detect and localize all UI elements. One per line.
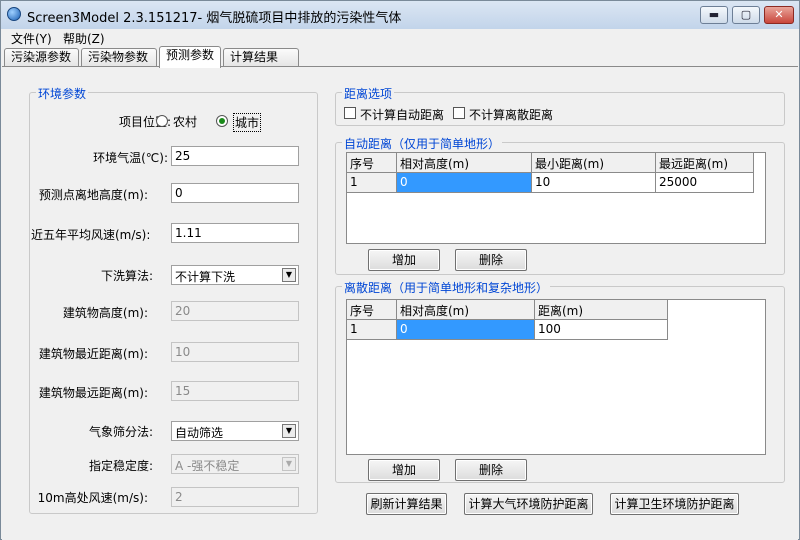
wind-label: 近五年平均风速(m/s): [31,228,151,242]
table-header: 序号 [347,300,397,320]
building-min-dist-label: 建筑物最近距离(m): [38,347,148,361]
stability-label: 指定稳定度: [88,459,153,473]
auto-delete-button[interactable]: 删除 [455,249,527,271]
auto-distance-title: 自动距离（仅用于简单地形） [342,135,503,152]
checkbox-skip-discrete-label: 不计算离散距离 [469,108,554,122]
building-max-dist-input [171,381,299,401]
stability-select: A -强不稳定 ▼ [171,454,299,474]
tab-pollutant-params[interactable]: 污染物参数 [81,48,157,67]
health-protection-distance-button[interactable]: 计算卫生环境防护距离 [610,493,739,515]
title-bar: Screen3Model 2.3.151217- 烟气脱硫项目中排放的污染性气体… [1,1,799,29]
tab-results[interactable]: 计算结果 [223,48,299,67]
met-screening-select[interactable]: 自动筛选 ▼ [171,421,299,441]
met-screening-label: 气象筛分法: [88,425,153,439]
air-protection-distance-button[interactable]: 计算大气环境防护距离 [464,493,593,515]
stability-value: A -强不稳定 [175,459,240,473]
close-button[interactable]: ✕ [764,6,794,24]
met-screening-value: 自动筛选 [175,426,224,440]
distance-options-title: 距离选项 [342,85,395,102]
distance-options-group: 距离选项 不计算自动距离 不计算离散距离 [335,85,785,126]
chevron-down-icon[interactable]: ▼ [282,424,296,438]
height-label: 预测点离地高度(m): [38,188,148,202]
chevron-down-icon[interactable]: ▼ [282,268,296,282]
table-cell[interactable]: 1 [347,173,397,193]
tab-prediction-params[interactable]: 预测参数 [159,46,221,68]
table-header: 最小距离(m) [532,153,656,173]
table-cell[interactable]: 10 [532,173,656,193]
window-title: Screen3Model 2.3.151217- 烟气脱硫项目中排放的污染性气体 [27,11,402,26]
temp-input[interactable] [171,146,299,166]
table-cell[interactable]: 0 [397,320,535,340]
checkbox-skip-discrete[interactable] [453,107,465,119]
table-header: 相对高度(m) [397,300,535,320]
downwash-select[interactable]: 不计算下洗 ▼ [171,265,299,285]
chevron-down-icon: ▼ [282,457,296,471]
radio-urban[interactable] [216,115,228,127]
building-max-dist-label: 建筑物最远距离(m): [38,386,148,400]
table-header: 距离(m) [535,300,668,320]
downwash-label: 下洗算法: [100,269,153,283]
auto-add-button[interactable]: 增加 [368,249,440,271]
height-input[interactable] [171,183,299,203]
building-min-dist-input [171,342,299,362]
table-header: 最远距离(m) [656,153,754,173]
radio-urban-label: 城市 [233,113,262,132]
building-height-label: 建筑物高度(m): [62,306,148,320]
table-cell[interactable]: 100 [535,320,668,340]
maximize-button[interactable]: ▢ [732,6,760,24]
tab-source-params[interactable]: 污染源参数 [4,48,79,67]
env-params-group: 环境参数 项目位置: 农村 城市 环境气温(℃): 预测点离地高度(m): 近五… [29,85,318,514]
checkbox-skip-auto[interactable] [344,107,356,119]
app-window: Screen3Model 2.3.151217- 烟气脱硫项目中排放的污染性气体… [0,0,800,540]
discrete-distance-title: 离散距离（用于简单地形和复杂地形） [342,279,551,296]
radio-rural[interactable] [156,115,168,127]
wind10-input [171,487,299,507]
table-header: 序号 [347,153,397,173]
checkbox-skip-auto-label: 不计算自动距离 [360,108,445,122]
table-cell[interactable]: 0 [397,173,532,193]
wind10-label: 10m高处风速(m/s): [37,491,148,505]
discrete-add-button[interactable]: 增加 [368,459,440,481]
env-params-title: 环境参数 [36,85,89,102]
discrete-distance-group: 离散距离（用于简单地形和复杂地形） 序号 相对高度(m) 距离(m) 1 0 1… [335,279,785,483]
minimize-button[interactable]: ▬ [700,6,728,24]
downwash-value: 不计算下洗 [175,270,236,284]
auto-distance-table[interactable]: 序号 相对高度(m) 最小距离(m) 最远距离(m) 1 0 10 25000 [346,152,766,244]
building-height-input [171,301,299,321]
wind-input[interactable] [171,223,299,243]
refresh-results-button[interactable]: 刷新计算结果 [366,493,447,515]
app-icon [7,7,21,21]
tab-strip: 污染源参数 污染物参数 预测参数 计算结果 [1,45,799,68]
discrete-distance-table[interactable]: 序号 相对高度(m) 距离(m) 1 0 100 [346,299,766,455]
radio-rural-label: 农村 [173,115,198,129]
table-cell[interactable]: 25000 [656,173,754,193]
table-header: 相对高度(m) [397,153,532,173]
table-cell[interactable]: 1 [347,320,397,340]
discrete-delete-button[interactable]: 删除 [455,459,527,481]
temp-label: 环境气温(℃): [93,151,168,165]
auto-distance-group: 自动距离（仅用于简单地形） 序号 相对高度(m) 最小距离(m) 最远距离(m)… [335,135,785,275]
